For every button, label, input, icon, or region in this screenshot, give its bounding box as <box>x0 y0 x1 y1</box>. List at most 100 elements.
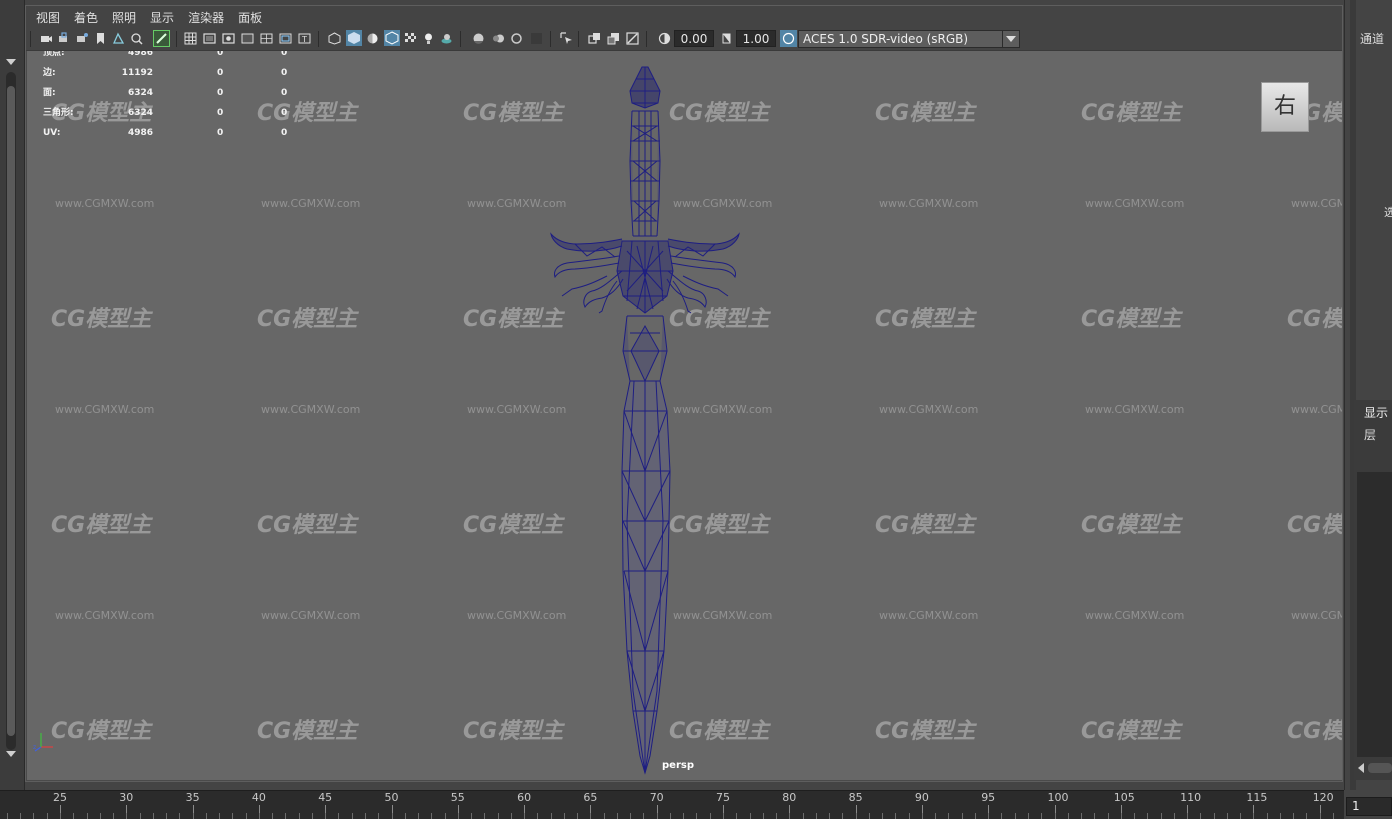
timeline-minor-tick <box>1001 813 1003 819</box>
layers-menu[interactable]: 层 <box>1364 426 1376 443</box>
timeline-minor-tick <box>1306 813 1308 819</box>
gate-mask-icon[interactable] <box>241 32 254 45</box>
timeline-tick-label: 90 <box>914 791 929 804</box>
timeline-minor-tick <box>1094 813 1096 819</box>
layer-list-scroll-left-arrow[interactable] <box>1358 762 1366 774</box>
3d-viewport[interactable]: CG模型主CG模型主CG模型主CG模型主CG模型主CG模型主CG模型主CG模型主… <box>27 51 1342 780</box>
menu-show[interactable]: 显示 <box>150 9 174 26</box>
timeline-minor-tick <box>563 813 565 819</box>
grease-pencil-icon[interactable] <box>153 30 170 47</box>
timeline-tick-label: 85 <box>848 791 863 804</box>
field-chart-icon[interactable] <box>260 32 273 45</box>
timeline-minor-tick <box>577 813 579 819</box>
exposure-field[interactable]: 0.00 <box>674 30 714 47</box>
chevron-down-icon <box>1006 36 1016 42</box>
timeline-minor-tick <box>895 813 897 819</box>
timeline-tick-label: 25 <box>53 791 67 804</box>
timeline-minor-tick <box>802 813 804 819</box>
view-cube[interactable]: 右 <box>1261 82 1309 132</box>
timeline-minor-tick <box>789 813 791 819</box>
xray-joints-icon[interactable] <box>607 32 620 45</box>
timeline-minor-tick <box>948 813 950 819</box>
menu-panels[interactable]: 面板 <box>238 9 262 26</box>
timeline-minor-tick <box>258 813 260 819</box>
default-material-icon[interactable] <box>366 32 379 45</box>
timeline-minor-tick <box>298 813 300 819</box>
timeline-minor-tick <box>510 813 512 819</box>
menu-lighting[interactable]: 照明 <box>112 9 136 26</box>
menu-renderer[interactable]: 渲染器 <box>188 9 224 26</box>
display-tab[interactable]: 显示 <box>1364 404 1388 421</box>
timeline-tick-label: 50 <box>384 791 399 804</box>
timeline-minor-tick <box>497 813 499 819</box>
left-scroll-up-arrow[interactable] <box>6 58 16 66</box>
color-management-dropdown-button[interactable] <box>1002 30 1020 48</box>
current-frame-field[interactable]: 1 <box>1346 797 1392 816</box>
timeline-minor-tick <box>245 813 247 819</box>
menu-shading[interactable]: 着色 <box>74 9 98 26</box>
timeline-minor-tick <box>179 813 181 819</box>
timeline-minor-tick <box>378 813 380 819</box>
timeline-minor-tick <box>1253 813 1255 819</box>
view-transform-icon[interactable] <box>780 30 797 47</box>
layer-list-hscrollbar[interactable] <box>1368 763 1392 773</box>
camera-select-icon[interactable] <box>40 32 53 45</box>
sword-wireframe-model[interactable] <box>27 51 1342 780</box>
timeline-minor-tick <box>550 813 552 819</box>
timeline-minor-tick <box>537 813 539 819</box>
color-management-select[interactable]: ACES 1.0 SDR-video (sRGB) <box>798 30 1018 48</box>
timeline-minor-tick <box>723 813 724 819</box>
timeline-minor-tick <box>285 813 287 819</box>
timeline-minor-tick <box>418 813 420 819</box>
timeline-minor-tick <box>749 813 751 819</box>
resolution-gate-icon[interactable] <box>222 32 235 45</box>
camera-lock-icon[interactable] <box>58 32 71 45</box>
safe-action-icon[interactable] <box>279 32 292 45</box>
timeline-minor-tick <box>590 813 592 819</box>
isolate-select-icon[interactable] <box>560 32 573 45</box>
left-scrollbar-thumb[interactable] <box>7 86 15 736</box>
timeline-minor-tick <box>603 813 605 819</box>
smooth-shade-icon[interactable] <box>346 30 362 46</box>
backface-culling-icon[interactable] <box>626 32 639 45</box>
timeline-tick-label: 60 <box>517 791 532 804</box>
2d-pan-zoom-icon[interactable] <box>130 32 143 45</box>
exposure-icon[interactable] <box>658 32 671 45</box>
menu-view[interactable]: 视图 <box>36 9 60 26</box>
timeline-minor-tick <box>126 813 128 819</box>
timeline-minor-tick <box>471 813 473 819</box>
gamma-field[interactable]: 1.00 <box>736 30 776 47</box>
xray-icon[interactable] <box>588 32 601 45</box>
timeline-minor-tick <box>1160 813 1162 819</box>
grid-icon[interactable] <box>184 32 197 45</box>
timeline-minor-tick <box>908 813 910 819</box>
shadows-icon[interactable] <box>440 32 453 45</box>
time-slider[interactable]: 25 30 35 40 45 50 55 60 65 70 75 80 85 90 95 100 105 110 1… <box>0 790 1344 819</box>
image-plane-icon[interactable] <box>112 32 125 45</box>
channel-box-tab[interactable]: 通道 <box>1360 30 1384 47</box>
depth-of-field-icon[interactable] <box>530 32 543 45</box>
anti-aliasing-icon[interactable] <box>510 32 523 45</box>
timeline-tick-label: 110 <box>1180 791 1202 804</box>
timeline-minor-tick <box>484 813 486 819</box>
timeline-tick-label: 45 <box>318 791 333 804</box>
layer-list[interactable] <box>1357 472 1392 757</box>
timeline-minor-tick <box>46 813 48 819</box>
timeline-minor-tick <box>1081 813 1083 819</box>
use-all-lights-icon[interactable] <box>422 32 435 45</box>
timeline-minor-tick <box>815 813 817 819</box>
wireframe-on-shaded-icon[interactable] <box>384 30 400 46</box>
camera-attributes-icon[interactable] <box>76 32 89 45</box>
gamma-icon[interactable] <box>720 32 733 45</box>
safe-title-icon[interactable]: T <box>298 32 311 45</box>
timeline-minor-tick <box>1027 813 1029 819</box>
left-scroll-down-arrow[interactable] <box>6 750 16 758</box>
motion-blur-icon[interactable] <box>492 32 505 45</box>
wireframe-shading-icon[interactable] <box>328 32 341 45</box>
svg-text:z: z <box>33 744 36 751</box>
bookmark-icon[interactable] <box>94 32 107 45</box>
film-gate-icon[interactable] <box>203 32 216 45</box>
screen-space-ao-icon[interactable] <box>472 32 485 45</box>
textured-icon[interactable] <box>404 32 417 45</box>
timeline-minor-tick <box>1240 813 1242 819</box>
